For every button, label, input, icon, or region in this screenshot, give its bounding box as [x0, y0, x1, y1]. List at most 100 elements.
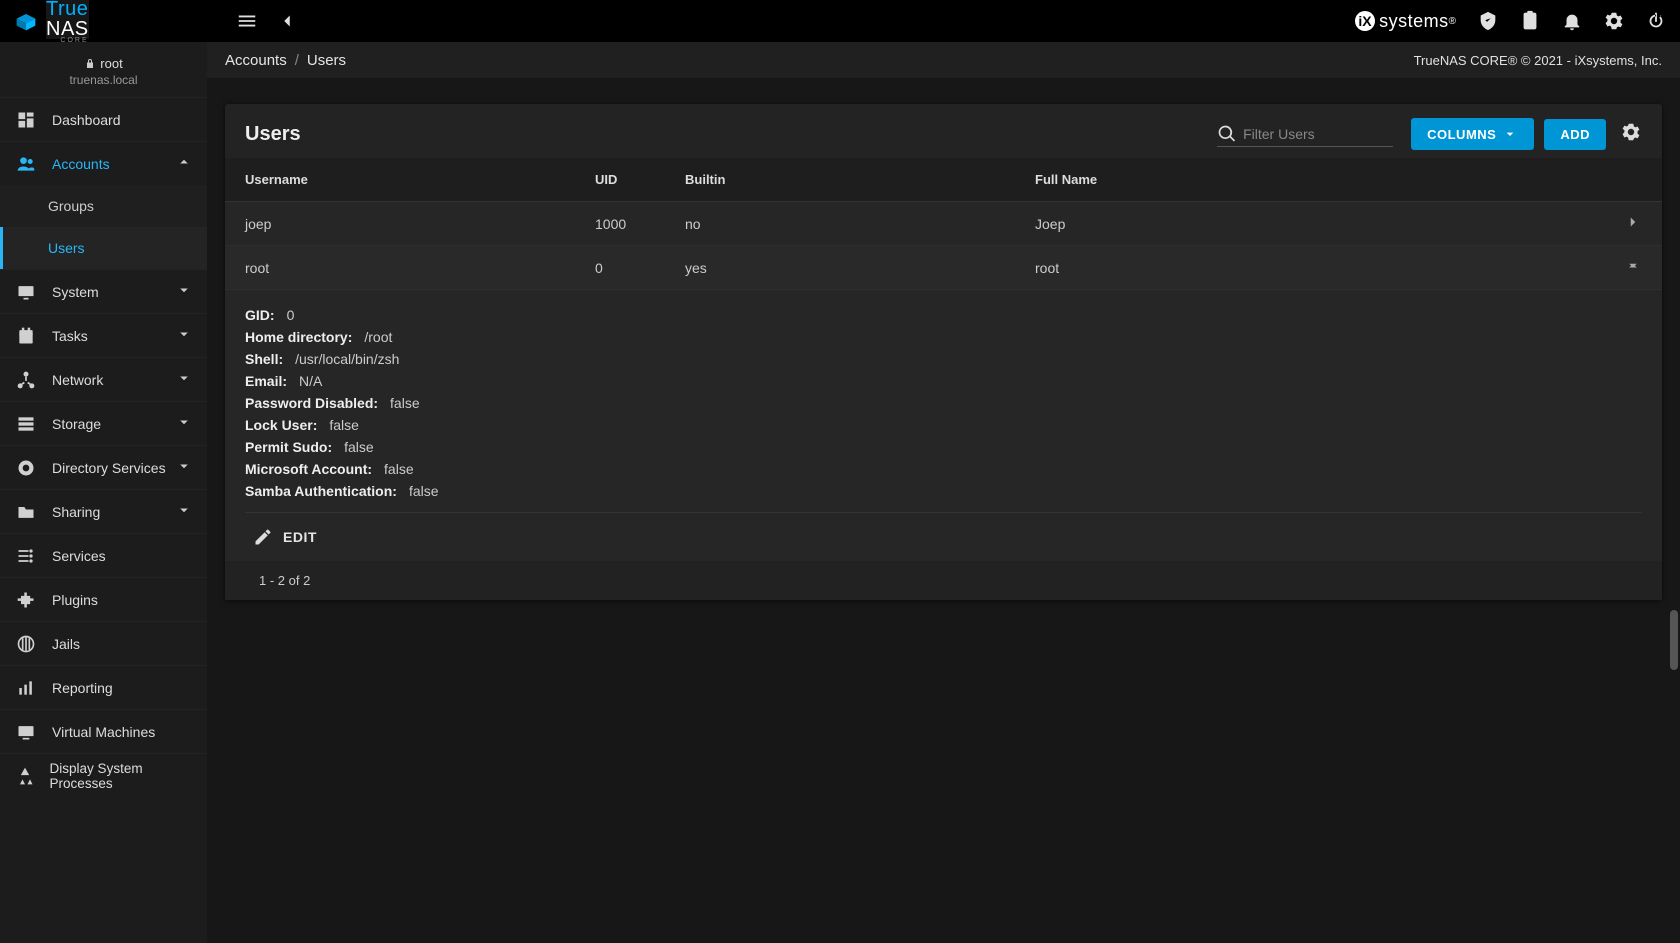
cell-builtin: yes: [685, 260, 1035, 276]
ix-logo-icon: iX: [1353, 9, 1377, 33]
brand-logo[interactable]: TrueNAS CORE: [12, 0, 207, 44]
menu-toggle-icon[interactable]: [235, 9, 259, 33]
detail-value: /root: [364, 329, 392, 345]
sidebar-item-jails[interactable]: Jails: [0, 621, 207, 665]
col-uid[interactable]: UID: [595, 172, 685, 187]
breadcrumb-accounts[interactable]: Accounts: [225, 52, 287, 69]
row-detail-panel: GID:0 Home directory:/root Shell:/usr/lo…: [225, 290, 1662, 561]
cell-fullname: root: [1035, 260, 1582, 276]
users-table: Username UID Builtin Full Name joep 1000…: [225, 158, 1662, 600]
back-icon[interactable]: [275, 9, 299, 33]
sidebar-sub-groups[interactable]: Groups: [0, 185, 207, 227]
clipboard-icon[interactable]: [1518, 9, 1542, 33]
detail-label: Permit Sudo:: [245, 439, 332, 455]
col-username[interactable]: Username: [245, 172, 595, 187]
chevron-up-icon: [175, 153, 193, 174]
sidebar-username: root: [100, 56, 122, 71]
sidebar-item-plugins[interactable]: Plugins: [0, 577, 207, 621]
sidebar-item-display-processes[interactable]: Display System Processes: [0, 753, 207, 797]
detail-label: Samba Authentication:: [245, 483, 397, 499]
power-icon[interactable]: [1644, 9, 1668, 33]
search-icon: [1217, 124, 1237, 144]
detail-value: false: [409, 483, 439, 499]
table-row[interactable]: root 0 yes root: [225, 246, 1662, 290]
processes-icon: [14, 766, 36, 786]
sidebar-item-label: Sharing: [52, 504, 100, 520]
sidebar-item-storage[interactable]: Storage: [0, 401, 207, 445]
columns-button[interactable]: Columns: [1411, 118, 1534, 150]
sharing-icon: [14, 502, 38, 522]
detail-label: Home directory:: [245, 329, 352, 345]
detail-value: N/A: [299, 373, 322, 389]
table-settings-button[interactable]: [1620, 121, 1642, 148]
sidebar-item-directory-services[interactable]: Directory Services: [0, 445, 207, 489]
vm-icon: [14, 722, 38, 742]
sidebar-sub-label: Users: [48, 240, 85, 256]
add-button[interactable]: Add: [1544, 119, 1606, 150]
sidebar-item-label: Directory Services: [52, 460, 166, 476]
chevron-down-icon: [1502, 126, 1518, 142]
dashboard-icon: [14, 110, 38, 130]
cell-uid: 0: [595, 260, 685, 276]
detail-label: Email:: [245, 373, 287, 389]
sidebar-item-sharing[interactable]: Sharing: [0, 489, 207, 533]
sidebar-item-reporting[interactable]: Reporting: [0, 665, 207, 709]
storage-icon: [14, 414, 38, 434]
sidebar-item-label: Dashboard: [52, 112, 121, 128]
sidebar: root truenas.local Dashboard Accounts Gr…: [0, 42, 207, 943]
sidebar-item-label: Accounts: [52, 156, 110, 172]
table-row[interactable]: joep 1000 no Joep: [225, 202, 1662, 246]
ixsystems-logo[interactable]: iX systems ®: [1353, 9, 1456, 33]
search-wrap[interactable]: [1217, 122, 1393, 147]
chevron-down-icon: [175, 369, 193, 390]
sidebar-item-label: Plugins: [52, 592, 98, 608]
breadcrumb-bar: Accounts / Users TrueNAS CORE® © 2021 - …: [207, 42, 1680, 78]
sidebar-hostname: truenas.local: [0, 73, 207, 87]
sidebar-item-virtual-machines[interactable]: Virtual Machines: [0, 709, 207, 753]
add-button-label: Add: [1560, 127, 1590, 142]
edit-icon: [253, 527, 273, 547]
sidebar-item-system[interactable]: System: [0, 269, 207, 313]
sidebar-item-label: Tasks: [52, 328, 88, 344]
expand-row-icon[interactable]: [1624, 213, 1642, 234]
table-footer: 1 - 2 of 2: [225, 561, 1662, 600]
page-title: Users: [245, 123, 301, 146]
sidebar-item-label: Reporting: [52, 680, 113, 696]
col-builtin[interactable]: Builtin: [685, 172, 1035, 187]
detail-value: 0: [287, 307, 295, 323]
sidebar-item-services[interactable]: Services: [0, 533, 207, 577]
sidebar-item-tasks[interactable]: Tasks: [0, 313, 207, 357]
chevron-down-icon: [175, 501, 193, 522]
collapse-row-icon[interactable]: [1624, 257, 1642, 278]
tasks-icon: [14, 326, 38, 346]
settings-icon[interactable]: [1602, 9, 1626, 33]
sidebar-item-network[interactable]: Network: [0, 357, 207, 401]
topbar: TrueNAS CORE iX systems ®: [0, 0, 1680, 42]
breadcrumb-separator: /: [295, 52, 299, 69]
sidebar-sub-label: Groups: [48, 198, 94, 214]
services-icon: [14, 546, 38, 566]
brand-nas: NAS: [46, 19, 89, 39]
plugins-icon: [14, 590, 38, 610]
chevron-down-icon: [175, 281, 193, 302]
sidebar-item-dashboard[interactable]: Dashboard: [0, 97, 207, 141]
chevron-down-icon: [175, 457, 193, 478]
scrollbar-thumb[interactable]: [1670, 610, 1678, 670]
sidebar-item-accounts[interactable]: Accounts: [0, 141, 207, 185]
edit-button[interactable]: EDIT: [245, 512, 1642, 561]
search-input[interactable]: [1243, 122, 1393, 146]
col-fullname[interactable]: Full Name: [1035, 172, 1582, 187]
sidebar-item-label: Jails: [52, 636, 80, 652]
detail-value: false: [329, 417, 359, 433]
cell-builtin: no: [685, 216, 1035, 232]
sidebar-sub-users[interactable]: Users: [0, 227, 207, 269]
detail-value: false: [344, 439, 374, 455]
edit-label: EDIT: [283, 529, 317, 545]
copyright-text: TrueNAS CORE® © 2021 - iXsystems, Inc.: [1414, 53, 1662, 68]
detail-value: false: [390, 395, 420, 411]
truecommand-icon[interactable]: [1476, 9, 1500, 33]
cell-username: joep: [245, 216, 595, 232]
detail-label: GID:: [245, 307, 275, 323]
system-icon: [14, 282, 38, 302]
notifications-icon[interactable]: [1560, 9, 1584, 33]
